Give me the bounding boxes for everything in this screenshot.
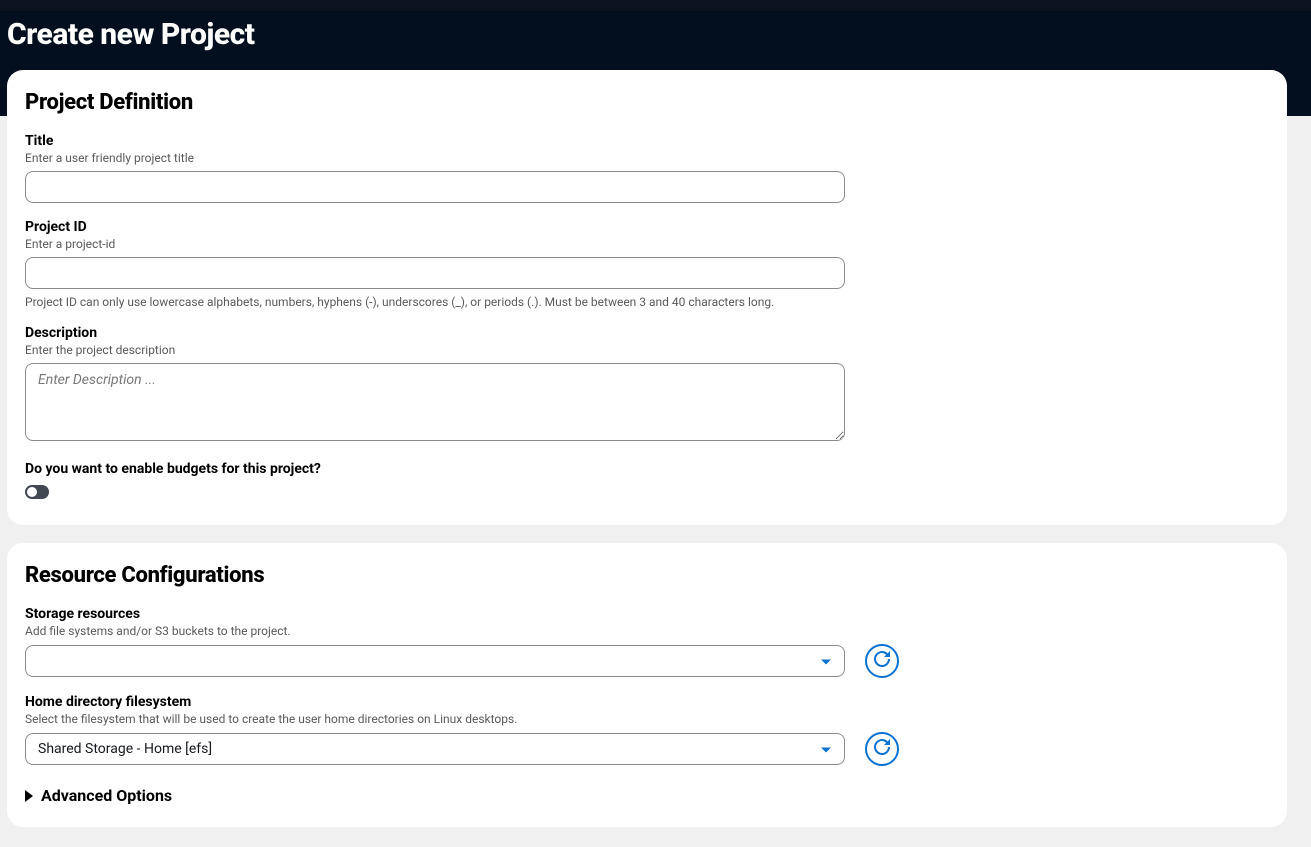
top-bar (0, 0, 1311, 11)
caret-right-icon (25, 790, 33, 802)
page-title: Create new Project (7, 17, 1311, 52)
home-dir-hint: Select the filesystem that will be used … (25, 712, 1269, 726)
chevron-down-icon (820, 652, 832, 671)
title-input[interactable] (25, 171, 845, 203)
content-wrapper: Project Definition Title Enter a user fr… (0, 70, 1311, 827)
advanced-options-label: Advanced Options (41, 786, 172, 805)
project-id-label: Project ID (25, 219, 1269, 235)
storage-label: Storage resources (25, 606, 1269, 622)
description-input[interactable] (25, 363, 845, 441)
home-dir-field: Home directory filesystem Select the fil… (25, 694, 1269, 766)
project-definition-title: Project Definition (25, 90, 1269, 115)
budgets-field: Do you want to enable budgets for this p… (25, 461, 1269, 503)
description-label: Description (25, 325, 1269, 341)
storage-select[interactable] (25, 645, 845, 677)
project-definition-card: Project Definition Title Enter a user fr… (7, 70, 1287, 525)
refresh-icon (874, 651, 890, 671)
home-dir-label: Home directory filesystem (25, 694, 1269, 710)
home-dir-refresh-button[interactable] (865, 732, 899, 766)
title-label: Title (25, 133, 1269, 149)
project-id-field: Project ID Enter a project-id Project ID… (25, 219, 1269, 309)
home-dir-select[interactable]: Shared Storage - Home [efs] (25, 733, 845, 765)
budgets-toggle[interactable] (25, 485, 49, 499)
resource-configurations-title: Resource Configurations (25, 563, 1269, 588)
description-hint: Enter the project description (25, 343, 1269, 357)
storage-field: Storage resources Add file systems and/o… (25, 606, 1269, 678)
chevron-down-icon (820, 740, 832, 759)
budgets-label: Do you want to enable budgets for this p… (25, 461, 1269, 477)
project-id-help: Project ID can only use lowercase alphab… (25, 295, 1269, 309)
title-hint: Enter a user friendly project title (25, 151, 1269, 165)
project-id-hint: Enter a project-id (25, 237, 1269, 251)
resource-configurations-card: Resource Configurations Storage resource… (7, 543, 1287, 827)
storage-hint: Add file systems and/or S3 buckets to th… (25, 624, 1269, 638)
project-id-input[interactable] (25, 257, 845, 289)
advanced-options-toggle[interactable]: Advanced Options (25, 786, 1269, 805)
refresh-icon (874, 739, 890, 759)
storage-refresh-button[interactable] (865, 644, 899, 678)
home-dir-select-value: Shared Storage - Home [efs] (38, 741, 832, 757)
description-field: Description Enter the project descriptio… (25, 325, 1269, 445)
title-field: Title Enter a user friendly project titl… (25, 133, 1269, 203)
